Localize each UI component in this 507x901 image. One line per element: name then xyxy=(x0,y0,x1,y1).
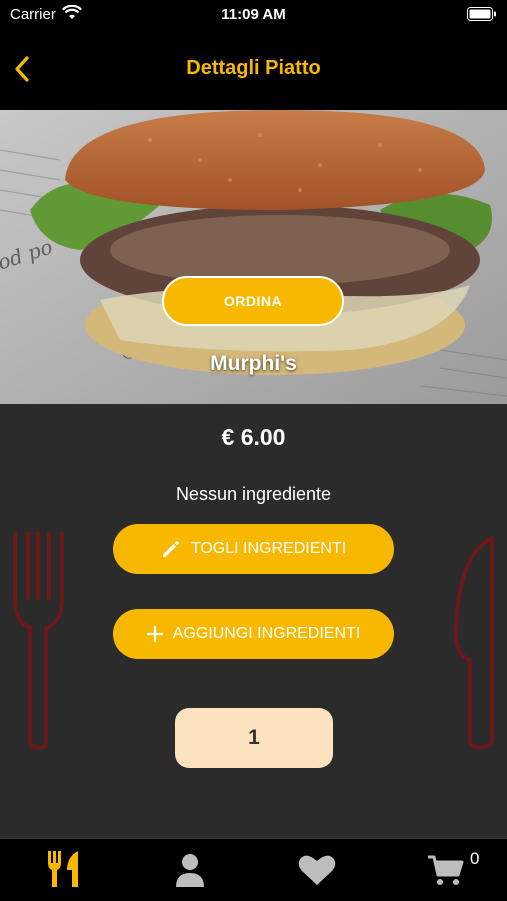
fork-knife-icon xyxy=(48,851,78,887)
remove-ingredients-label: TOGLI INGREDIENTI xyxy=(190,540,347,557)
clock: 11:09 AM xyxy=(221,6,286,23)
dish-photo: zod po ©Ɗ⁠ ∂) ORDINA Murphi's xyxy=(0,110,507,404)
ingredients-text: Nessun ingrediente xyxy=(175,484,332,504)
knife-decoration-icon xyxy=(454,536,494,749)
user-icon xyxy=(176,854,204,887)
dish-price: € 6.00 xyxy=(221,424,286,450)
tab-bar: 0 xyxy=(0,838,507,901)
fork-decoration-icon xyxy=(13,532,64,750)
navigation-bar: Dettagli Piatto xyxy=(0,30,507,110)
tab-cart[interactable] xyxy=(428,855,464,892)
status-bar: Carrier 11:09 AM xyxy=(0,0,507,30)
tab-favorites[interactable] xyxy=(298,854,336,891)
pencil-icon xyxy=(162,541,179,557)
tab-profile[interactable] xyxy=(174,853,206,892)
add-ingredients-label: AGGIUNGI INGREDIENTI xyxy=(172,625,361,642)
remove-ingredients-button[interactable]: TOGLI INGREDIENTI xyxy=(113,524,394,574)
quantity-field[interactable]: 1 xyxy=(175,708,333,768)
page-title: Dettagli Piatto xyxy=(186,57,321,79)
tab-menu[interactable] xyxy=(47,851,81,894)
dish-name: Murphi's xyxy=(210,352,297,375)
heart-icon xyxy=(298,855,336,885)
order-button[interactable]: ORDINA xyxy=(162,276,344,326)
add-ingredients-button[interactable]: AGGIUNGI INGREDIENTI xyxy=(113,609,394,659)
battery-icon xyxy=(467,7,497,25)
cart-icon xyxy=(428,855,464,885)
plus-icon xyxy=(146,626,163,642)
cart-count-badge: 0 xyxy=(470,849,480,868)
